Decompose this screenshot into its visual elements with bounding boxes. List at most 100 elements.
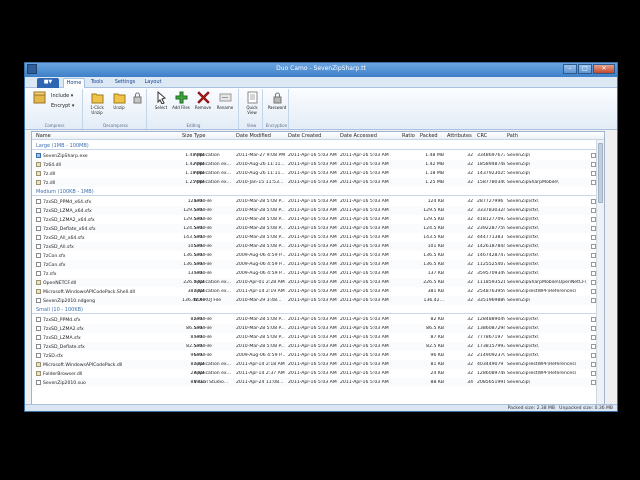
col-type: Application ex...	[194, 371, 231, 376]
decompress-more[interactable]	[129, 91, 145, 119]
col-path-header[interactable]: Path	[507, 133, 518, 139]
table-row[interactable]: Microsoft.WindowsAPICodePack.dll 81 KB App…	[32, 360, 598, 369]
scrollbar-thumb[interactable]	[598, 143, 603, 203]
table-row[interactable]: 7zxSD_LZMA.sfx 87 KB SFX File 2010-Mar-28 5…	[32, 333, 598, 342]
file-file-icon	[36, 199, 41, 204]
col-packed: 381 KB	[427, 289, 444, 294]
col-path: SevenZip\sfx\	[507, 353, 539, 358]
file-file-icon	[36, 271, 41, 276]
col-path: SevenZipSharpMobile\OpenNetCF\	[507, 280, 587, 285]
col-attributes: 32	[467, 353, 473, 358]
rename-button[interactable]: Rename	[215, 91, 235, 119]
table-row[interactable]: SevenZipSharp.exe 1.48 MB Application 2011-…	[32, 151, 598, 160]
table-row[interactable]: SevenZip2010.ndgeng 136.42 KB NDPROJ File 2…	[32, 296, 598, 305]
file-list[interactable]: Name Size Type Date Modified Date Created Dat…	[31, 131, 605, 405]
col-date-accessed: 2011-Apr-16 5:03 AM	[340, 335, 389, 340]
col-packed: 24 KB	[430, 371, 444, 376]
screen: Duo Camo - SevenZipSharp.tt – □ ✕ ■▼ Hom…	[0, 0, 640, 480]
table-row[interactable]: 7zxSD_Deflate.sfx 82.5 KB SFX File 2010-Mar…	[32, 342, 598, 351]
col-crc: 1738157993	[477, 344, 505, 349]
table-row[interactable]: 7zxSD_PPMd_x64.sfx 124 KB SFX File 2010-Mar…	[32, 197, 598, 206]
col-packed: 136.5 KB	[423, 262, 444, 267]
col-date-created: 2011-Apr-16 5:03 AM	[288, 226, 337, 231]
col-date-created-header[interactable]: Date Created	[288, 133, 321, 139]
include-button[interactable]	[29, 91, 49, 119]
file-file-icon	[36, 262, 41, 267]
table-row[interactable]: 7z.dll 1.25 MB Application ex... 2010-Jan-1…	[32, 178, 598, 187]
table-row[interactable]: 7z.dll 1.18 MB Application ex... 2010-Aug-2…	[32, 169, 598, 178]
col-attributes: 32	[467, 162, 473, 167]
col-attributes: 32	[467, 271, 473, 276]
col-packed-header[interactable]: Packed	[420, 133, 438, 139]
col-type: Application ex...	[194, 171, 231, 176]
remove-button[interactable]: Remove	[193, 91, 213, 119]
title-bar[interactable]: Duo Camo - SevenZipSharp.tt – □ ✕	[25, 63, 617, 77]
unzip-button[interactable]: Unzip	[109, 91, 129, 119]
col-date-modified-header[interactable]: Date Modified	[236, 133, 271, 139]
col-date-accessed-header[interactable]: Date Accessed	[340, 133, 377, 139]
group-header[interactable]: Small (10 - 100KB)	[32, 305, 598, 314]
col-crc: 2548763959	[477, 289, 505, 294]
col-path: SevenZip\sfx\	[507, 208, 539, 213]
encrypt-dropdown[interactable]: Encrypt ▾	[51, 103, 74, 109]
file-name: 7z64.dll	[43, 163, 62, 168]
one-click-unzip-button[interactable]: 1-Click Unzip	[87, 91, 107, 119]
table-row[interactable]: 7zSD.sfx 96 KB SFX File 2009-Aug-06 4:59 P.…	[32, 351, 598, 360]
include-dropdown[interactable]: Include ▾	[51, 93, 73, 99]
quick-view-button[interactable]: Quick View	[242, 91, 262, 119]
table-row[interactable]: SevenZip2010.suo 88 KB Visual Studio... 201…	[32, 378, 598, 387]
col-ratio-header[interactable]: Ratio	[402, 133, 415, 139]
file-name: FolderBrowser.dll	[43, 372, 83, 377]
col-crc-header[interactable]: CRC	[477, 133, 487, 139]
table-row[interactable]: 7z64.dll 1.42 MB Application ex... 2010-Aug…	[32, 160, 598, 169]
table-row[interactable]: 7zCon.sfx 136.5 KB SFX File 2009-Aug-06 4:5…	[32, 260, 598, 269]
tab-tools[interactable]: Tools	[87, 78, 107, 88]
col-attributes: 32	[467, 362, 473, 367]
vertical-scrollbar[interactable]	[596, 140, 604, 404]
table-row[interactable]: 7zxSD_LZMA2.sfx 86.5 KB SFX File 2010-Mar-2…	[32, 324, 598, 333]
col-packed: 87 KB	[430, 335, 444, 340]
table-row[interactable]: Microsoft.WindowsAPICodePack.Shell.dll 38…	[32, 287, 598, 296]
tab-file[interactable]: ■▼	[37, 78, 59, 88]
file-name: Microsoft.WindowsAPICodePack.dll	[43, 363, 123, 368]
col-type-header[interactable]: Type	[194, 133, 205, 139]
table-row[interactable]: 7zxSD_PPMd.sfx 82 KB SFX File 2010-Mar-28 5…	[32, 315, 598, 324]
table-row[interactable]: FolderBrowser.dll 24 KB Application ex... 2…	[32, 369, 598, 378]
table-row[interactable]: 7zxSD_Deflate_x64.sfx 124.5 KB SFX File 201…	[32, 224, 598, 233]
add-files-button[interactable]: Add Files	[171, 91, 191, 119]
col-attributes-header[interactable]: Attributes	[447, 133, 472, 139]
tab-layout[interactable]: Layout	[141, 78, 165, 88]
group-header[interactable]: Large (1MB - 100MB)	[32, 141, 598, 150]
col-size-header[interactable]: Size	[182, 133, 192, 139]
minimize-button[interactable]: –	[563, 64, 577, 74]
group-header[interactable]: Medium (100KB - 1MB)	[32, 187, 598, 196]
select-button[interactable]: Select	[151, 91, 171, 119]
close-button[interactable]: ✕	[593, 64, 615, 74]
table-row[interactable]: 7zxSD_All_x64.sfx 143.5 KB SFX File 2010-Ma…	[32, 233, 598, 242]
col-name-header[interactable]: Name	[36, 133, 51, 139]
table-row[interactable]: 7zxSD_LZMA_x64.sfx 129.5 KB SFX File 2010-M…	[32, 206, 598, 215]
col-path: SevenZip\	[507, 153, 531, 158]
table-row[interactable]: 7zCon.sfx 136.5 KB SFX File 2009-Aug-06 4:5…	[32, 251, 598, 260]
password-button[interactable]: Password	[267, 91, 287, 119]
file-file-icon	[36, 217, 41, 222]
col-crc: 1467428747	[477, 253, 505, 258]
col-attributes: 32	[467, 262, 473, 267]
table-row[interactable]: OpenNETCF.dll 226.5 KB Application ex... 20…	[32, 278, 598, 287]
col-name: Microsoft.WindowsAPICodePack.dll	[36, 362, 176, 368]
file-file-icon	[36, 380, 41, 385]
col-name: FolderBrowser.dll	[36, 371, 176, 377]
col-date-accessed: 2011-Apr-16 5:03 AM	[340, 235, 389, 240]
col-type: SFX File	[194, 317, 212, 322]
col-name: SevenZipSharp.exe	[36, 153, 176, 159]
tab-home[interactable]: Home	[63, 78, 85, 88]
table-row[interactable]: 7zxSD_All.sfx 105 KB SFX File 2010-Mar-28 5…	[32, 242, 598, 251]
tab-settings[interactable]: Settings	[111, 78, 139, 88]
table-row[interactable]: 7z.sfx 137 KB SFX File 2009-Aug-06 4:59 P..…	[32, 269, 598, 278]
file-name: 7zCon.sfx	[43, 254, 66, 259]
maximize-button[interactable]: □	[578, 64, 592, 74]
col-path: SevenZip\	[507, 298, 531, 303]
table-row[interactable]: 7zxSD_LZMA2_x64.sfx 129.5 KB SFX File 2010-…	[32, 215, 598, 224]
col-packed: 101 KB	[427, 244, 444, 249]
col-date-created: 2011-Apr-16 5:03 AM	[288, 335, 337, 340]
